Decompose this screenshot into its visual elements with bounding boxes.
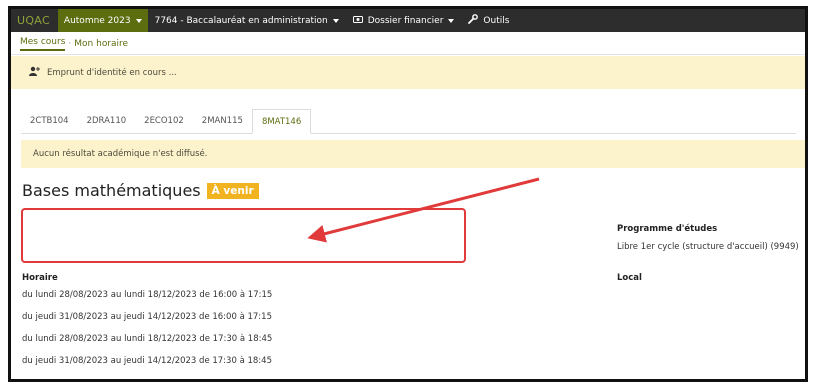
program-heading: Programme d'études bbox=[617, 224, 718, 234]
schedule-row: du jeudi 31/08/2023 au jeudi 14/12/2023 … bbox=[22, 356, 272, 366]
schedule-row: du lundi 28/08/2023 au lundi 18/12/2023 … bbox=[22, 290, 273, 300]
schedule-heading: Horaire bbox=[22, 273, 58, 283]
schedule-row: du jeudi 31/08/2023 au jeudi 14/12/2023 … bbox=[22, 312, 272, 322]
screenshot-frame: UQAC Automne 2023 7764 - Baccalauréat en… bbox=[8, 6, 808, 382]
annotation-arrow-icon bbox=[307, 177, 540, 243]
schedule-row: du lundi 28/08/2023 au lundi 18/12/2023 … bbox=[22, 334, 273, 344]
program-value: Libre 1er cycle (structure d'accueil) (9… bbox=[617, 242, 799, 252]
local-heading: Local bbox=[617, 273, 642, 283]
